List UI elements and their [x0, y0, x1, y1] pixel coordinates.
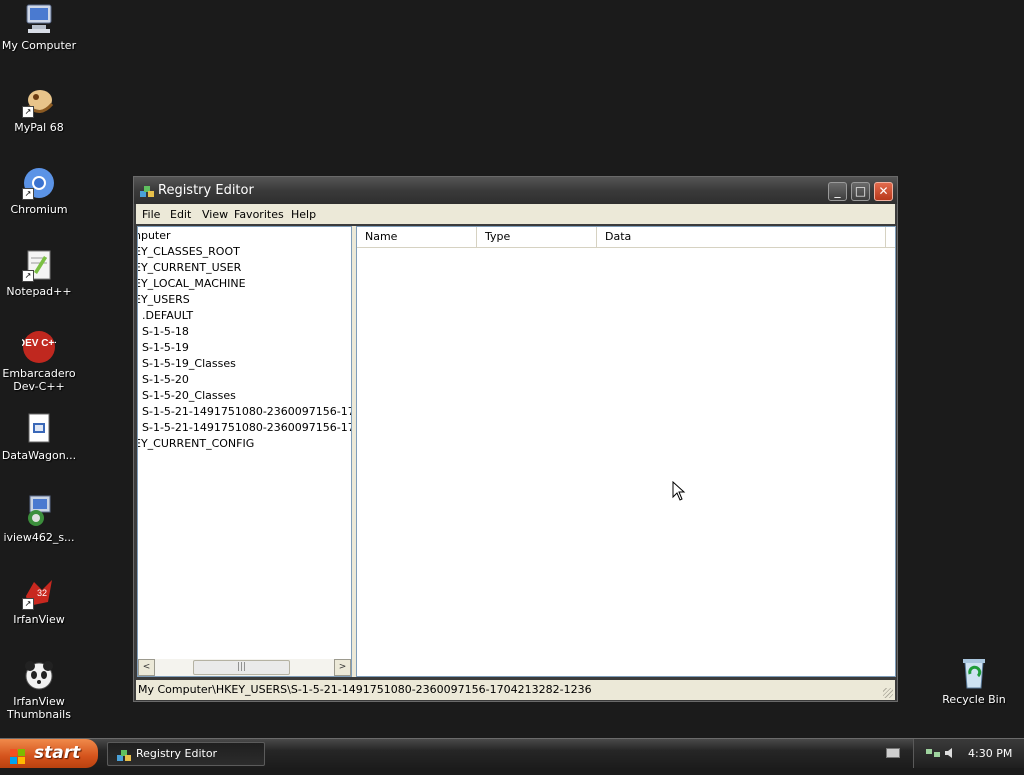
- network-icon[interactable]: [926, 747, 940, 759]
- shortcut-arrow-icon: ↗: [22, 106, 34, 118]
- installer-icon: [22, 494, 56, 528]
- desktop-icon-irfanview-thumbnails[interactable]: IrfanView Thumbnails: [0, 658, 79, 721]
- desktop-icon-mypal[interactable]: ↗ MyPal 68: [0, 84, 79, 134]
- tree-node-hkcr[interactable]: EY_CLASSES_ROOT: [138, 244, 240, 260]
- desktop-icon-my-computer[interactable]: My Computer: [0, 2, 79, 52]
- desktop-icon-label: MyPal 68: [14, 121, 64, 134]
- clock[interactable]: 4:30 PM: [968, 747, 1012, 760]
- panda-icon: [22, 658, 56, 692]
- irfan-badge-text: 32: [37, 588, 47, 598]
- column-type[interactable]: Type: [477, 227, 597, 247]
- minimize-button[interactable]: _: [828, 182, 847, 201]
- tree-node-s-1-5-20[interactable]: S-1-5-20: [142, 372, 189, 388]
- registry-tree-pane[interactable]: nputer EY_CLASSES_ROOT EY_CURRENT_USER E…: [137, 226, 352, 677]
- maximize-button[interactable]: □: [851, 182, 870, 201]
- tree-node-hku[interactable]: EY_USERS: [138, 292, 190, 308]
- tree-node-user-sid-2[interactable]: S-1-5-21-1491751080-2360097156-170421: [142, 420, 351, 436]
- column-data[interactable]: Data: [597, 227, 886, 247]
- mouse-cursor-icon: [672, 481, 686, 501]
- chromium-icon: ↗: [22, 166, 56, 200]
- desktop-icon-label: Notepad++: [6, 285, 72, 298]
- taskbar-item-label: Registry Editor: [136, 747, 218, 760]
- shortcut-arrow-icon: ↗: [22, 598, 34, 610]
- scroll-thumb[interactable]: |||: [193, 660, 290, 675]
- desktop-icon-irfanview[interactable]: 32 ↗ IrfanView: [0, 576, 79, 626]
- menu-bar: File Edit View Favorites Help: [136, 204, 895, 224]
- regedit-icon: [116, 747, 132, 763]
- windows-logo-icon: [10, 746, 26, 764]
- notepadpp-icon: ↗: [22, 248, 56, 282]
- tree-node-hkcu[interactable]: EY_CURRENT_USER: [138, 260, 241, 276]
- tree-node-s-1-5-19-classes[interactable]: S-1-5-19_Classes: [142, 356, 236, 372]
- desktop-icon-notepadpp[interactable]: ↗ Notepad++: [0, 248, 79, 298]
- keyboard-icon[interactable]: [886, 748, 900, 758]
- regedit-icon: [139, 183, 155, 199]
- window-title: Registry Editor: [158, 183, 254, 198]
- mypal-icon: ↗: [22, 84, 56, 118]
- desktop-icon-label: Chromium: [10, 203, 68, 216]
- registry-tree: nputer EY_CLASSES_ROOT EY_CURRENT_USER E…: [138, 227, 351, 659]
- computer-icon: [22, 2, 56, 36]
- list-header: Name Type Data: [357, 227, 895, 248]
- menu-view[interactable]: View: [202, 208, 228, 221]
- column-name[interactable]: Name: [357, 227, 477, 247]
- status-path: My Computer\HKEY_USERS\S-1-5-21-14917510…: [138, 683, 592, 696]
- datawagon-icon: [22, 412, 56, 446]
- desktop-icon-label: IrfanView Thumbnails: [7, 695, 71, 721]
- scroll-left-button[interactable]: <: [138, 659, 155, 676]
- title-bar[interactable]: Registry Editor _ □ ✕: [134, 177, 897, 204]
- tree-node-s-1-5-18[interactable]: S-1-5-18: [142, 324, 189, 340]
- desktop-icon-label: My Computer: [1, 39, 77, 52]
- desktop-icon-chromium[interactable]: ↗ Chromium: [0, 166, 79, 216]
- desktop-icon-label: DataWagon...: [1, 449, 77, 462]
- irfanview-icon: 32 ↗: [22, 576, 56, 610]
- volume-icon[interactable]: [944, 747, 958, 759]
- registry-values-pane[interactable]: Name Type Data: [356, 226, 896, 677]
- desktop-icon-label: IrfanView: [13, 613, 65, 626]
- maximize-icon: □: [854, 184, 867, 198]
- desktop-icon-label: Embarcadero Dev-C++: [2, 367, 76, 393]
- tree-node-default[interactable]: .DEFAULT: [142, 308, 193, 324]
- system-tray: 4:30 PM: [886, 739, 1024, 768]
- start-label: start: [34, 743, 81, 763]
- devcpp-badge-text: DEV C++: [22, 338, 56, 349]
- resize-grip[interactable]: [883, 688, 893, 698]
- tree-node-my-computer[interactable]: nputer: [138, 228, 171, 244]
- status-bar: My Computer\HKEY_USERS\S-1-5-21-14917510…: [136, 680, 895, 700]
- taskbar: start Registry Editor 4:30 PM: [0, 738, 1024, 768]
- close-button[interactable]: ✕: [874, 182, 893, 201]
- desktop-icon-recycle-bin[interactable]: Recycle Bin: [934, 656, 1014, 706]
- tree-node-user-sid[interactable]: S-1-5-21-1491751080-2360097156-170421: [142, 404, 351, 420]
- minimize-icon: _: [834, 184, 841, 198]
- tree-node-hklm[interactable]: EY_LOCAL_MACHINE: [138, 276, 246, 292]
- shortcut-arrow-icon: ↗: [22, 270, 34, 282]
- start-button[interactable]: start: [0, 739, 98, 768]
- desktop-icon-devcpp[interactable]: DEV C++ Embarcadero Dev-C++: [0, 330, 79, 393]
- menu-help[interactable]: Help: [291, 208, 316, 221]
- desktop-icon-iview[interactable]: iview462_s...: [0, 494, 79, 544]
- tree-node-hkcc[interactable]: EY_CURRENT_CONFIG: [138, 436, 254, 452]
- menu-favorites[interactable]: Favorites: [234, 208, 284, 221]
- shortcut-arrow-icon: ↗: [22, 188, 34, 200]
- scroll-right-button[interactable]: >: [334, 659, 351, 676]
- close-icon: ✕: [878, 184, 889, 198]
- devcpp-icon: DEV C++: [18, 330, 60, 364]
- tree-node-s-1-5-19[interactable]: S-1-5-19: [142, 340, 189, 356]
- menu-file[interactable]: File: [142, 208, 160, 221]
- tree-node-s-1-5-20-classes[interactable]: S-1-5-20_Classes: [142, 388, 236, 404]
- taskbar-item-registry-editor[interactable]: Registry Editor: [107, 742, 265, 766]
- desktop-icon-label: Recycle Bin: [942, 693, 1006, 706]
- desktop-icon-label: iview462_s...: [3, 531, 75, 544]
- desktop-icon-datawagon[interactable]: DataWagon...: [0, 412, 79, 462]
- registry-editor-window[interactable]: Registry Editor _ □ ✕ File Edit View Fav…: [133, 176, 898, 702]
- recycle-bin-icon: [957, 656, 991, 690]
- tree-horizontal-scrollbar[interactable]: < ||| >: [138, 659, 351, 676]
- menu-edit[interactable]: Edit: [170, 208, 191, 221]
